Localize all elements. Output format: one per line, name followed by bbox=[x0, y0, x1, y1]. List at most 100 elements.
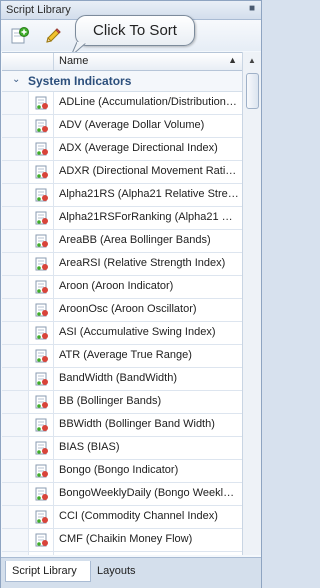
row-indent bbox=[2, 368, 29, 390]
script-file-icon bbox=[35, 441, 49, 455]
cell-divider bbox=[53, 345, 54, 367]
script-file-icon bbox=[35, 464, 49, 478]
script-row[interactable]: ATR (Average True Range) bbox=[2, 345, 242, 368]
script-file-icon bbox=[35, 234, 49, 248]
cell-divider bbox=[53, 506, 54, 528]
script-file-icon bbox=[35, 142, 49, 156]
row-indent bbox=[2, 345, 29, 367]
cell-divider bbox=[53, 92, 54, 114]
script-name: ADV (Average Dollar Volume) bbox=[59, 119, 205, 131]
row-indent bbox=[2, 437, 29, 459]
script-file-icon bbox=[35, 326, 49, 340]
cell-divider bbox=[53, 368, 54, 390]
cell-divider bbox=[53, 460, 54, 482]
sort-ascending-icon[interactable]: ▲ bbox=[228, 55, 237, 65]
script-name: BongoWeeklyDaily (Bongo Weekly Daily) bbox=[59, 487, 239, 499]
script-file-icon bbox=[35, 395, 49, 409]
cell-divider bbox=[53, 276, 54, 298]
cell-divider bbox=[53, 322, 54, 344]
row-indent bbox=[2, 230, 29, 252]
vertical-scrollbar[interactable]: ▲ bbox=[242, 52, 261, 555]
script-name: AreaBB (Area Bollinger Bands) bbox=[59, 234, 211, 246]
tab-script-library[interactable]: Script Library bbox=[5, 561, 91, 582]
pencil-edit-icon[interactable] bbox=[44, 27, 62, 45]
script-name: AreaRSI (Relative Strength Index) bbox=[59, 257, 226, 269]
script-name: Alpha21RSForRanking (Alpha21 Relative St… bbox=[59, 211, 239, 223]
script-row[interactable]: Bongo (Bongo Indicator) bbox=[2, 460, 242, 483]
group-label: System Indicators bbox=[28, 74, 132, 88]
add-script-icon[interactable] bbox=[11, 27, 29, 45]
row-indent bbox=[2, 161, 29, 183]
script-row[interactable]: ADX (Average Directional Index) bbox=[2, 138, 242, 161]
script-row[interactable]: Aroon (Aroon Indicator) bbox=[2, 276, 242, 299]
row-indent bbox=[2, 322, 29, 344]
script-name: Aroon (Aroon Indicator) bbox=[59, 280, 174, 292]
header-spacer bbox=[2, 53, 54, 70]
cell-divider bbox=[53, 184, 54, 206]
cell-divider bbox=[53, 230, 54, 252]
script-row[interactable]: ADV (Average Dollar Volume) bbox=[2, 115, 242, 138]
script-file-icon bbox=[35, 188, 49, 202]
script-row[interactable]: CMF (Chaikin Money Flow) bbox=[2, 529, 242, 552]
group-row-system-indicators[interactable]: ⌄ System Indicators bbox=[2, 71, 242, 92]
script-file-icon bbox=[35, 372, 49, 386]
cell-divider bbox=[53, 253, 54, 275]
script-name: ATR (Average True Range) bbox=[59, 349, 192, 361]
script-name: ADLine (Accumulation/Distribution Line) bbox=[59, 96, 239, 108]
script-row[interactable]: BandWidth (BandWidth) bbox=[2, 368, 242, 391]
script-library-panel: Script Library ■ Click To Sort Name ▲ ⌄ … bbox=[0, 0, 262, 588]
script-row[interactable]: BBWidth (Bollinger Band Width) bbox=[2, 414, 242, 437]
row-indent bbox=[2, 552, 29, 555]
script-name: CMF (Chaikin Money Flow) bbox=[59, 533, 193, 545]
row-indent bbox=[2, 115, 29, 137]
script-row[interactable]: ASI (Accumulative Swing Index) bbox=[2, 322, 242, 345]
scroll-up-icon[interactable]: ▲ bbox=[243, 52, 261, 69]
row-indent bbox=[2, 460, 29, 482]
script-row[interactable]: BIAS (BIAS) bbox=[2, 437, 242, 460]
pin-icon[interactable]: ■ bbox=[249, 3, 255, 14]
script-file-icon bbox=[35, 510, 49, 524]
bottom-tab-bar: Script Library Layouts bbox=[1, 557, 261, 588]
cell-divider bbox=[53, 414, 54, 436]
script-row[interactable]: CmpIndi (Compare Indicator) bbox=[2, 552, 242, 555]
chevron-down-icon[interactable]: ⌄ bbox=[12, 74, 20, 85]
script-name: ASI (Accumulative Swing Index) bbox=[59, 326, 216, 338]
row-indent bbox=[2, 184, 29, 206]
cell-divider bbox=[53, 529, 54, 551]
row-indent bbox=[2, 391, 29, 413]
script-row[interactable]: Alpha21RS (Alpha21 Relative Strength) bbox=[2, 184, 242, 207]
script-row[interactable]: AreaRSI (Relative Strength Index) bbox=[2, 253, 242, 276]
script-name: Alpha21RS (Alpha21 Relative Strength) bbox=[59, 188, 239, 200]
tab-layouts[interactable]: Layouts bbox=[91, 561, 142, 581]
script-name: BB (Bollinger Bands) bbox=[59, 395, 162, 407]
cell-divider bbox=[53, 138, 54, 160]
script-row[interactable]: AroonOsc (Aroon Oscillator) bbox=[2, 299, 242, 322]
row-indent bbox=[2, 207, 29, 229]
panel-title: Script Library bbox=[6, 4, 71, 16]
cell-divider bbox=[53, 483, 54, 505]
script-file-icon bbox=[35, 165, 49, 179]
script-file-icon bbox=[35, 280, 49, 294]
row-indent bbox=[2, 299, 29, 321]
script-file-icon bbox=[35, 533, 49, 547]
script-file-icon bbox=[35, 211, 49, 225]
script-row[interactable]: BB (Bollinger Bands) bbox=[2, 391, 242, 414]
script-row[interactable]: AreaBB (Area Bollinger Bands) bbox=[2, 230, 242, 253]
script-rows: ADLine (Accumulation/Distribution Line) A… bbox=[2, 92, 242, 555]
column-header-label: Name bbox=[59, 55, 89, 67]
script-file-icon bbox=[35, 96, 49, 110]
sort-hint-callout: Click To Sort bbox=[75, 15, 195, 46]
name-column-header[interactable]: Name ▲ bbox=[2, 52, 242, 71]
script-row[interactable]: CCI (Commodity Channel Index) bbox=[2, 506, 242, 529]
script-file-icon bbox=[35, 487, 49, 501]
cell-divider bbox=[53, 391, 54, 413]
row-indent bbox=[2, 138, 29, 160]
script-file-icon bbox=[35, 418, 49, 432]
script-row[interactable]: ADXR (Directional Movement Rating) bbox=[2, 161, 242, 184]
script-row[interactable]: Alpha21RSForRanking (Alpha21 Relative St… bbox=[2, 207, 242, 230]
script-row[interactable]: ADLine (Accumulation/Distribution Line) bbox=[2, 92, 242, 115]
row-indent bbox=[2, 253, 29, 275]
cell-divider bbox=[53, 115, 54, 137]
scrollbar-thumb[interactable] bbox=[246, 73, 259, 109]
script-row[interactable]: BongoWeeklyDaily (Bongo Weekly Daily) bbox=[2, 483, 242, 506]
